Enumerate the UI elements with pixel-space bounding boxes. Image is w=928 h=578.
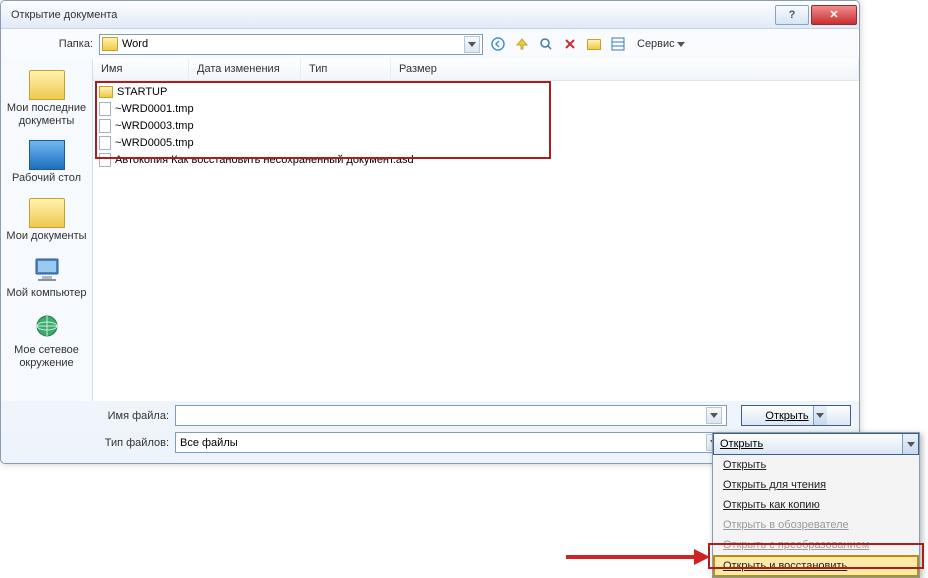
list-item[interactable]: ~WRD0003.tmp [97, 117, 855, 134]
place-network[interactable]: Мое сетевое окружение [1, 307, 92, 375]
menu-open-repair[interactable]: Открыть и восстановить [713, 555, 919, 577]
places-bar: Мои последние документы Рабочий стол Мои… [1, 59, 93, 401]
filetype-combo[interactable]: Все файлы [175, 432, 727, 453]
open-file-dialog: Открытие документа ? ✕ Папка: Word Серви… [0, 0, 860, 464]
chevron-down-icon[interactable] [706, 407, 722, 424]
folder-row: Папка: Word Сервис [1, 29, 859, 59]
close-button[interactable]: ✕ [811, 5, 857, 25]
filename-input[interactable] [175, 405, 727, 426]
col-name[interactable]: Имя [93, 59, 189, 80]
list-item[interactable]: STARTUP [97, 83, 855, 100]
list-item[interactable]: Автокопия Как восстановить несохраненный… [97, 151, 855, 168]
open-dropdown-menu: Открыть Открыть Открыть для чтения Откры… [712, 432, 920, 578]
col-size[interactable]: Размер [391, 59, 859, 80]
menu-open-transform: Открыть с преобразованием [713, 535, 919, 555]
dialog-body: Мои последние документы Рабочий стол Мои… [1, 59, 859, 401]
titlebar: Открытие документа ? ✕ [1, 1, 859, 29]
views-icon[interactable] [609, 35, 627, 53]
place-desktop[interactable]: Рабочий стол [1, 135, 92, 190]
folder-icon [102, 37, 118, 51]
list-item[interactable]: ~WRD0001.tmp [97, 100, 855, 117]
open-split-arrow[interactable] [813, 406, 827, 425]
menu-open-readonly[interactable]: Открыть для чтения [713, 475, 919, 495]
filename-label: Имя файла: [1, 410, 169, 422]
annotation-arrow [566, 552, 716, 562]
menu-open-browser: Открыть в обозревателе [713, 515, 919, 535]
folder-combo[interactable]: Word [99, 34, 483, 55]
chevron-down-icon [902, 434, 918, 454]
col-modified[interactable]: Дата изменения [189, 59, 301, 80]
service-menu[interactable]: Сервис [633, 38, 689, 50]
list-item[interactable]: ~WRD0005.tmp [97, 134, 855, 151]
chevron-down-icon[interactable] [464, 36, 480, 53]
toolbar: Сервис [489, 35, 689, 53]
column-headers: Имя Дата изменения Тип Размер [93, 59, 859, 81]
help-button[interactable]: ? [775, 5, 809, 25]
menu-open-copy[interactable]: Открыть как копию [713, 495, 919, 515]
menu-open[interactable]: Открыть [713, 455, 919, 475]
folder-value: Word [122, 38, 148, 50]
back-icon[interactable] [489, 35, 507, 53]
up-icon[interactable] [513, 35, 531, 53]
file-icon [99, 102, 111, 116]
place-mycomp[interactable]: Мой компьютер [1, 250, 92, 305]
file-icon [99, 136, 111, 150]
dropdown-header[interactable]: Открыть [713, 433, 919, 455]
open-button[interactable]: Открыть [741, 405, 851, 426]
file-icon [99, 119, 111, 133]
folder-label: Папка: [9, 38, 93, 50]
window-title: Открытие документа [11, 9, 773, 21]
filetype-label: Тип файлов: [1, 437, 169, 449]
folder-icon [99, 86, 113, 98]
chevron-down-icon [677, 42, 685, 47]
place-recent[interactable]: Мои последние документы [1, 65, 92, 133]
file-icon [99, 153, 111, 167]
search-icon[interactable] [537, 35, 555, 53]
delete-icon[interactable] [561, 35, 579, 53]
col-type[interactable]: Тип [301, 59, 391, 80]
file-rows: STARTUP ~WRD0001.tmp ~WRD0003.tmp ~WRD00… [93, 81, 859, 170]
place-mydocs[interactable]: Мои документы [1, 193, 92, 248]
new-folder-icon[interactable] [585, 35, 603, 53]
file-list[interactable]: Имя Дата изменения Тип Размер STARTUP ~W… [93, 59, 859, 401]
